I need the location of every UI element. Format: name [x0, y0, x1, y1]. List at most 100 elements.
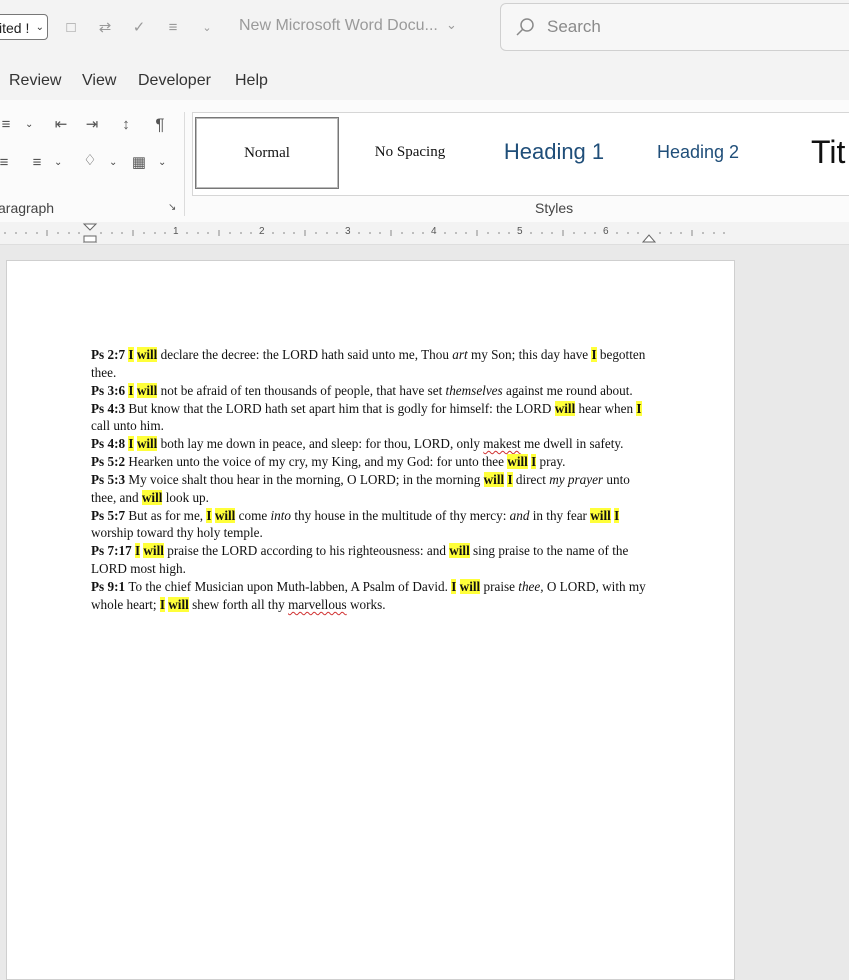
ruler-number: 4: [431, 226, 437, 237]
styles-group-label: Styles: [535, 200, 574, 216]
misspelled-word: makest: [483, 436, 521, 452]
highlighted-text: will: [507, 454, 528, 470]
chevron-down-icon[interactable]: ⌄: [158, 157, 166, 168]
format-painter-icon[interactable]: ✓: [129, 18, 149, 38]
document-body[interactable]: Ps 2:7 I will declare the decree: the LO…: [91, 346, 651, 614]
ruler-number: 1: [173, 226, 179, 237]
italic-text: and: [509, 507, 530, 523]
highlighted-text: I: [636, 400, 642, 416]
tab-view[interactable]: View: [82, 72, 116, 90]
ribbon-tabs: Review View Developer Help: [0, 56, 849, 100]
tab-developer[interactable]: Developer: [138, 72, 211, 90]
highlighted-text: I: [614, 507, 620, 523]
italic-text: my prayer: [549, 471, 604, 487]
highlighted-text: will: [483, 471, 505, 487]
verse-paragraph[interactable]: Ps 7:17 I will praise the LORD according…: [91, 542, 651, 578]
highlighted-text: will: [168, 596, 189, 612]
highlighted-text: I: [206, 507, 212, 523]
text-run: But as for me,: [128, 507, 207, 523]
text-run: works.: [346, 596, 386, 612]
text-run: My voice shalt thou hear in the morning,…: [128, 471, 484, 487]
verse-reference: Ps 7:17: [91, 543, 135, 559]
dialog-launcher-icon[interactable]: ↘: [168, 202, 176, 213]
verse-paragraph[interactable]: Ps 5:7 But as for me, I will come into t…: [91, 507, 651, 543]
comment-icon[interactable]: □: [61, 18, 81, 38]
verse-paragraph[interactable]: Ps 5:3 My voice shalt thou hear in the m…: [91, 471, 651, 507]
title-bar: ited ! ⌄ □ ⇄ ✓ ≡ ⌄ New Microsoft Word Do…: [0, 0, 849, 56]
tab-review[interactable]: Review: [9, 72, 61, 90]
justify-icon[interactable]: ≡: [0, 152, 16, 174]
verse-reference: Ps 5:2: [91, 454, 129, 470]
verse-paragraph[interactable]: Ps 5:2 Hearken unto the voice of my cry,…: [91, 453, 651, 471]
highlighted-text: will: [136, 436, 158, 452]
style-heading-2[interactable]: Heading 2: [627, 117, 769, 187]
text-run: declare the decree: the LORD hath said u…: [157, 347, 453, 362]
text-run: thy house in the multitude of thy mercy:: [291, 507, 510, 523]
decrease-indent-icon[interactable]: ⇤: [49, 114, 73, 136]
styles-gallery: Normal No Spacing Heading 1 Heading 2 Ti…: [192, 112, 849, 196]
verse-reference: Ps 5:7: [91, 507, 129, 523]
verse-paragraph[interactable]: Ps 9:1 To the chief Musician upon Muth-l…: [91, 578, 651, 614]
verse-paragraph[interactable]: Ps 2:7 I will declare the decree: the LO…: [91, 346, 651, 382]
paragraph-group-label: aragraph: [0, 200, 55, 216]
chevron-down-icon[interactable]: ⌄: [446, 17, 457, 33]
highlighted-text: will: [214, 507, 236, 523]
search-box[interactable]: Search: [500, 3, 849, 51]
search-placeholder: Search: [547, 17, 601, 36]
style-title[interactable]: Tit: [771, 117, 849, 187]
italic-text: art: [452, 347, 468, 362]
tab-help[interactable]: Help: [235, 72, 268, 90]
chevron-down-icon[interactable]: ⌄: [109, 157, 117, 168]
multilevel-list-icon[interactable]: ≡: [0, 114, 18, 136]
style-heading-1[interactable]: Heading 1: [483, 117, 625, 187]
shading-icon[interactable]: ♢: [78, 150, 102, 172]
document-title[interactable]: New Microsoft Word Docu...: [239, 17, 438, 35]
sort-icon[interactable]: ↕: [114, 114, 138, 136]
text-run: come: [235, 507, 271, 523]
verse-paragraph[interactable]: Ps 4:3 But know that the LORD hath set a…: [91, 400, 651, 436]
text-run: in thy fear: [529, 507, 591, 523]
line-spacing-icon[interactable]: ≡: [25, 152, 49, 174]
increase-indent-icon[interactable]: ⇥: [80, 114, 104, 136]
text-run: praise: [480, 578, 519, 594]
ruler-number: 5: [517, 226, 523, 237]
style-no-spacing[interactable]: No Spacing: [339, 117, 481, 187]
text-run: shew forth all thy: [188, 596, 289, 612]
customize-toolbar-icon[interactable]: ⌄: [197, 18, 217, 38]
text-run: To the chief Musician upon Muth-labben, …: [128, 578, 452, 594]
highlighted-text: I: [128, 347, 134, 362]
chevron-down-icon[interactable]: ⌄: [54, 157, 62, 168]
chevron-down-icon[interactable]: ⌄: [25, 119, 33, 130]
misspelled-word: marvellous: [288, 596, 347, 612]
text-run: hear when: [575, 400, 637, 416]
verse-paragraph[interactable]: Ps 3:6 I will not be afraid of ten thous…: [91, 382, 651, 400]
highlighted-text: will: [554, 400, 576, 416]
highlighted-text: will: [136, 382, 158, 398]
font-name-value: ited !: [0, 20, 30, 36]
font-name-dropdown[interactable]: ited ! ⌄: [0, 14, 48, 40]
text-run: But know that the LORD hath set apart hi…: [128, 400, 555, 416]
verse-reference: Ps 4:3: [91, 400, 129, 416]
chevron-down-icon: ⌄: [35, 22, 44, 33]
style-normal[interactable]: Normal: [195, 117, 339, 189]
group-divider: [184, 112, 185, 216]
borders-icon[interactable]: ▦: [127, 152, 151, 174]
highlighted-text: will: [590, 507, 611, 523]
text-run: me dwell in safety.: [520, 436, 624, 452]
italic-text: into: [270, 507, 292, 523]
verse-reference: Ps 2:7: [91, 347, 129, 362]
text-run: look up.: [162, 489, 209, 505]
show-formatting-icon[interactable]: ¶: [148, 114, 172, 136]
translate-icon[interactable]: ⇄: [95, 18, 115, 38]
list-icon[interactable]: ≡: [163, 18, 183, 38]
highlighted-text: will: [136, 347, 158, 362]
verse-reference: Ps 9:1: [91, 578, 129, 594]
document-page[interactable]: Ps 2:7 I will declare the decree: the LO…: [6, 260, 735, 980]
verse-reference: Ps 4:8: [91, 436, 129, 452]
horizontal-ruler[interactable]: 1 2 3 4 5 6: [0, 222, 849, 245]
highlighted-text: I: [128, 382, 134, 398]
text-run: worship toward thy holy temple.: [91, 525, 263, 541]
verse-reference: Ps 5:3: [91, 471, 129, 487]
text-run: Hearken unto the voice of my cry, my Kin…: [128, 454, 508, 470]
verse-paragraph[interactable]: Ps 4:8 I will both lay me down in peace,…: [91, 435, 651, 453]
